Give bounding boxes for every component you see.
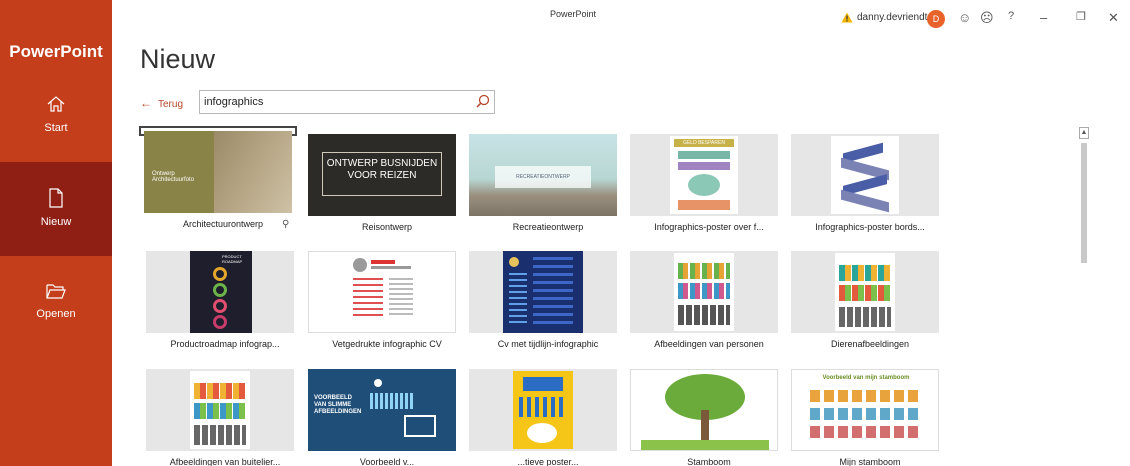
template-label: Dierenafbeeldingen (830, 339, 910, 349)
sidebar: PowerPoint Start Nieuw Openen (0, 0, 112, 466)
thumbnail-text: PRODUCT ROADMAP (222, 254, 243, 264)
template-label: Stamboom (687, 457, 731, 466)
template-thumbnail (146, 369, 294, 451)
user-name[interactable]: danny.devriendt (857, 12, 927, 23)
restore-icon[interactable]: ❐ (1076, 10, 1086, 23)
template-label: Architectuurontwerp (182, 219, 264, 229)
template-thumbnail: Voorbeeld van mijn stamboom (791, 369, 939, 451)
template-thumbnail: Ontwerp Architectuurfoto (144, 131, 292, 213)
back-arrow-icon: ← (140, 96, 152, 110)
search-icon[interactable] (476, 94, 490, 108)
window-title: PowerPoint (550, 9, 597, 19)
thumbnail-text: VOORBEELD VAN SLIMME AFBEELDINGEN (314, 395, 362, 415)
template-label: Afbeeldingen van personen (654, 339, 764, 349)
template-thumbnail (791, 251, 939, 333)
powerpoint-window: PowerPoint Start Nieuw Openen PowerPoint (0, 0, 1130, 466)
thumbnail-text: GELD BESPAREN (674, 139, 734, 147)
search-input[interactable] (204, 94, 464, 110)
sidebar-item-nieuw[interactable]: Nieuw (0, 162, 112, 256)
new-file-icon (49, 188, 63, 208)
sidebar-item-label: Start (44, 122, 68, 134)
thumbnail-text: ONTWERP BUSNIJDEN VOOR REIZEN (326, 158, 438, 181)
template-label: Infographics-poster over f... (654, 222, 764, 232)
sidebar-item-label: Openen (36, 308, 76, 320)
scroll-up-icon[interactable]: ▲ (1079, 127, 1089, 139)
template-thumbnail: ONTWERP BUSNIJDEN VOOR REIZEN (308, 134, 456, 216)
close-icon[interactable]: ✕ (1108, 10, 1119, 26)
template-label: Reisontwerp (361, 222, 413, 232)
warning-icon[interactable] (841, 12, 853, 23)
template-thumbnail: PRODUCT ROADMAP (146, 251, 294, 333)
template-thumbnail (630, 251, 778, 333)
search-box (199, 90, 495, 114)
minimize-icon[interactable]: – (1040, 10, 1047, 25)
template-label: Cv met tijdlijn-infographic (497, 339, 599, 349)
back-label: Terug (158, 99, 184, 110)
title-bar: PowerPoint danny.devriendt D ☺ ☹ ? – ❐ ✕ (112, 0, 1130, 36)
template-label: Mijn stamboom (839, 457, 901, 466)
folder-icon (46, 284, 66, 299)
pin-icon[interactable]: ⚲ (282, 219, 289, 230)
template-thumbnail (308, 251, 456, 333)
template-thumbnail: GELD BESPAREN (630, 134, 778, 216)
template-label: ...tieve poster... (517, 457, 579, 466)
template-thumbnail (630, 369, 778, 451)
app-brand: PowerPoint (9, 42, 103, 61)
scrollbar-thumb[interactable] (1081, 143, 1087, 263)
template-label: Vetgedrukte infographic CV (332, 339, 442, 349)
template-label: Recreatieontwerp (512, 222, 584, 232)
page-title: Nieuw (140, 44, 216, 74)
template-thumbnail (469, 369, 617, 451)
thumbnail-text: Voorbeeld van mijn stamboom (822, 375, 910, 381)
template-label: Voorbeeld v... (359, 457, 415, 466)
thumbnail-text: Ontwerp Architectuurfoto (152, 171, 195, 183)
sidebar-item-label: Nieuw (40, 216, 72, 228)
avatar[interactable]: D (927, 10, 945, 28)
sidebar-item-openen[interactable]: Openen (0, 258, 112, 352)
back-button[interactable]: ← Terug (140, 96, 183, 110)
vertical-scrollbar[interactable]: ▲ (1079, 127, 1089, 457)
home-icon (47, 96, 65, 112)
help-icon[interactable]: ? (1008, 10, 1014, 22)
template-label: Infographics-poster bords... (815, 222, 925, 232)
template-thumbnail (791, 134, 939, 216)
frown-icon[interactable]: ☹ (980, 10, 994, 26)
template-thumbnail (469, 251, 617, 333)
template-thumbnail: RECREATIEONTWERP (469, 134, 617, 216)
smiley-icon[interactable]: ☺ (958, 10, 971, 25)
template-label: Afbeeldingen van buitelier... (169, 457, 281, 466)
template-thumbnail: VOORBEELD VAN SLIMME AFBEELDINGEN (308, 369, 456, 451)
template-label: Productroadmap infograp... (170, 339, 280, 349)
thumbnail-text: RECREATIEONTWERP (516, 174, 570, 180)
